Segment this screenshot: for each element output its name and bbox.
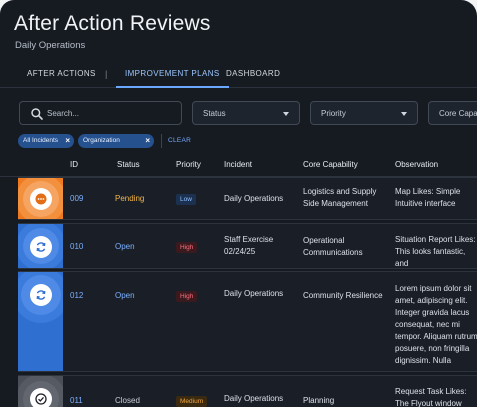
chevron-down-icon [283, 112, 289, 116]
row-incident: Daily Operations [224, 194, 284, 203]
refresh-icon [29, 284, 52, 306]
column-header-incident[interactable]: Incident [224, 160, 252, 169]
search-input[interactable] [47, 105, 177, 121]
tab-dashboard[interactable]: DASHBOARD [226, 60, 280, 88]
priority-badge: Low [176, 194, 196, 205]
refresh-icon [29, 236, 52, 258]
priority-badge: High [176, 242, 198, 253]
row-thumbnail [18, 224, 63, 268]
row-status: Open [115, 242, 135, 251]
table-header: ID Status Priority Incident Core Capabil… [0, 153, 477, 177]
chip-all-incidents[interactable]: All Incidents × [18, 134, 74, 148]
column-header-observation[interactable]: Observation [395, 160, 438, 169]
row-observation: Situation Report Likes: This looks fanta… [395, 235, 476, 268]
row-id: 009 [70, 194, 84, 203]
row-id: 010 [70, 242, 84, 251]
tab-separator: | [105, 69, 108, 79]
column-header-core-capability[interactable]: Core Capability [303, 160, 358, 169]
page-title: After Action Reviews [14, 12, 211, 35]
row-incident: Daily Operations [224, 394, 284, 403]
column-header-status[interactable]: Status [117, 160, 140, 169]
search-box [19, 101, 182, 125]
check-icon [29, 388, 52, 407]
search-icon [31, 108, 43, 120]
row-thumbnail [18, 376, 63, 407]
row-incident: Staff Exercise 02/24/25 [224, 235, 274, 256]
row-core-capability: Community Resilience [303, 291, 383, 300]
core-capability-filter-label: Core Capability [439, 109, 477, 118]
tab-improvement-plans[interactable]: IMPROVEMENT PLANS [116, 60, 229, 88]
row-status: Pending [115, 194, 145, 203]
chip-organization[interactable]: Organization × [78, 134, 154, 148]
row-observation: Request Task Likes: The Flyout window he… [395, 387, 467, 407]
status-filter-label: Status [203, 109, 226, 118]
table-row[interactable]: 011 Closed Medium Daily Operations Plann… [18, 375, 477, 407]
row-incident: Daily Operations [224, 289, 284, 298]
row-id: 012 [70, 291, 84, 300]
row-core-capability: Operational Communications [303, 236, 363, 257]
column-header-priority[interactable]: Priority [176, 160, 201, 169]
app-window: After Action Reviews Daily Operations AF… [0, 0, 477, 407]
row-status: Open [115, 291, 135, 300]
clear-filters-button[interactable]: CLEAR [168, 134, 191, 148]
close-icon[interactable]: × [65, 134, 70, 148]
priority-filter-label: Priority [321, 109, 346, 118]
row-observation: Map Likes: Simple Intuitive interface [395, 187, 461, 208]
row-thumbnail [18, 178, 63, 219]
priority-filter[interactable]: Priority [310, 101, 418, 125]
priority-badge: Medium [176, 396, 208, 407]
table-row[interactable]: 010 Open High Staff Exercise 02/24/25 Op… [18, 223, 477, 269]
table-row[interactable]: 012 Open High Daily Operations Community… [18, 271, 477, 372]
column-header-id[interactable]: ID [70, 160, 78, 169]
chip-label: Organization [83, 137, 120, 144]
row-observation: Lorem ipsum dolor sit amet, adipiscing e… [395, 284, 477, 365]
close-icon[interactable]: × [145, 134, 150, 148]
chevron-down-icon [401, 112, 407, 116]
ellipsis-icon [29, 188, 52, 210]
table-row[interactable]: 009 Pending Low Daily Operations Logisti… [18, 177, 477, 220]
priority-badge: High [176, 291, 198, 302]
row-core-capability: Logistics and Supply Side Management [303, 187, 377, 208]
chip-label: All Incidents [23, 137, 59, 144]
row-thumbnail [18, 272, 63, 371]
row-core-capability: Planning [303, 396, 335, 405]
status-filter[interactable]: Status [192, 101, 300, 125]
row-id: 011 [70, 396, 83, 405]
core-capability-filter[interactable]: Core Capability [428, 101, 477, 125]
chip-divider [161, 134, 162, 148]
tab-after-actions[interactable]: AFTER ACTIONS [27, 60, 96, 88]
page-subtitle: Daily Operations [15, 40, 86, 51]
row-status: Closed [115, 396, 140, 405]
tab-bar: AFTER ACTIONS | IMPROVEMENT PLANS DASHBO… [0, 60, 477, 88]
